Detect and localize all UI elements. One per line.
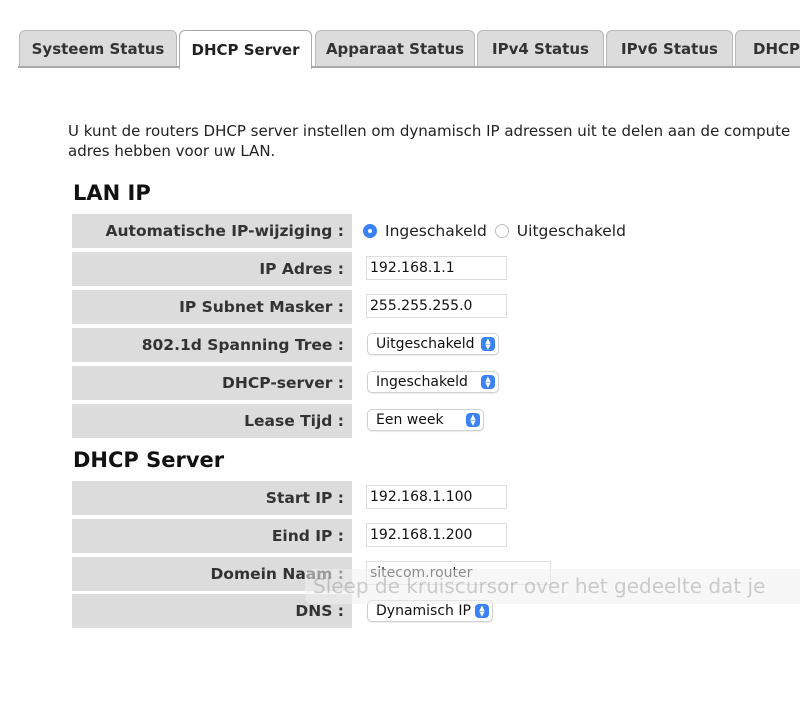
- dhcp-server-value: Ingeschakeld: [376, 374, 468, 390]
- start-ip-input[interactable]: [366, 485, 507, 509]
- lease-time-select[interactable]: Een week ▲ ▼: [367, 409, 484, 431]
- chevron-updown-icon: ▲ ▼: [481, 337, 495, 351]
- tab-ipv6-status[interactable]: IPv6 Status: [606, 30, 733, 66]
- ip-address-label: IP Adres :: [72, 252, 352, 286]
- tab-systeem-status[interactable]: Systeem Status: [19, 30, 177, 66]
- intro-line-2: adres hebben voor uw LAN.: [68, 142, 276, 160]
- dns-label: DNS :: [72, 594, 352, 628]
- subnet-mask-input[interactable]: [366, 294, 507, 318]
- lease-time-label: Lease Tijd :: [72, 404, 352, 438]
- intro-line-1: U kunt de routers DHCP server instellen …: [68, 122, 791, 140]
- tab-dhcp-server[interactable]: DHCP Server: [179, 30, 312, 69]
- ip-address-input[interactable]: [366, 256, 507, 280]
- tab-ipv4-status[interactable]: IPv4 Status: [477, 30, 604, 66]
- chevron-updown-icon: ▲ ▼: [475, 604, 489, 618]
- tab-bar: Systeem Status DHCP Server Apparaat Stat…: [0, 30, 800, 69]
- dns-select[interactable]: Dynamisch IP ▲ ▼: [367, 600, 493, 622]
- auto-ip-on-radio[interactable]: [363, 224, 377, 238]
- start-ip-label: Start IP :: [72, 481, 352, 515]
- spanning-tree-value: Uitgeschakeld: [376, 336, 475, 352]
- dhcp-server-label: DHCP-server :: [72, 366, 352, 400]
- auto-ip-label: Automatische IP-wijziging :: [72, 214, 352, 248]
- lease-time-value: Een week: [376, 412, 444, 428]
- spanning-tree-label: 802.1d Spanning Tree :: [72, 328, 352, 362]
- chevron-updown-icon: ▲ ▼: [466, 413, 480, 427]
- auto-ip-off-label[interactable]: Uitgeschakeld: [517, 222, 626, 240]
- subnet-mask-label: IP Subnet Masker :: [72, 290, 352, 324]
- end-ip-label: Eind IP :: [72, 519, 352, 553]
- domain-name-input[interactable]: [366, 561, 551, 585]
- intro-text: U kunt de routers DHCP server instellen …: [68, 121, 800, 161]
- tab-baseline: [18, 66, 800, 68]
- auto-ip-radio-group: Ingeschakeld Uitgeschakeld: [363, 220, 634, 242]
- tab-dhcp[interactable]: DHCP: [735, 30, 800, 66]
- chevron-updown-icon: ▲ ▼: [481, 375, 495, 389]
- dhcp-server-title: DHCP Server: [73, 448, 225, 472]
- tab-apparaat-status[interactable]: Apparaat Status: [315, 30, 475, 66]
- spanning-tree-select[interactable]: Uitgeschakeld ▲ ▼: [367, 333, 499, 355]
- end-ip-input[interactable]: [366, 523, 507, 547]
- lan-ip-title: LAN IP: [73, 181, 151, 205]
- auto-ip-off-radio[interactable]: [494, 224, 509, 238]
- domain-name-label: Domein Naam :: [72, 557, 352, 591]
- auto-ip-on-label[interactable]: Ingeschakeld: [385, 222, 487, 240]
- dhcp-server-select[interactable]: Ingeschakeld ▲ ▼: [367, 371, 499, 393]
- dns-value: Dynamisch IP: [376, 603, 471, 619]
